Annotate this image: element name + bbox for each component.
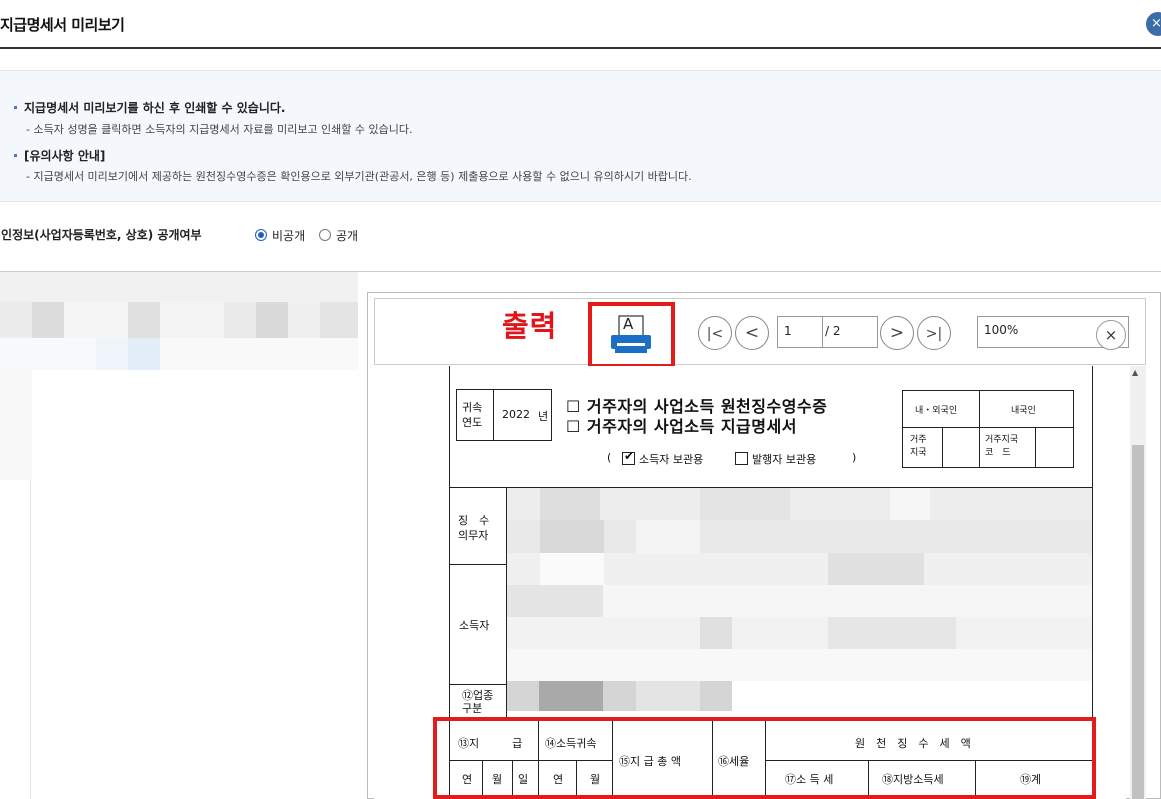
country-label: 거주 지국	[910, 435, 927, 458]
earner-copy-label: 소득자 보관용	[639, 453, 704, 466]
last-page-button[interactable]: >|	[917, 316, 951, 350]
viewer-scrollbar-thumb[interactable]	[1132, 445, 1144, 799]
first-page-button[interactable]: |<	[698, 316, 732, 350]
first-page-icon: |<	[706, 326, 724, 342]
payer-copy-checkbox[interactable]	[735, 452, 748, 465]
year-unit: 년	[538, 410, 549, 423]
payer-copy-label: 발행자 보관용	[752, 453, 817, 466]
info-sub-2: - 지급명세서 미리보기에서 제공하는 원천징수영수증은 확인용으로 외부기관(…	[26, 170, 692, 183]
copy-paren-open: (	[607, 451, 612, 464]
title-divider	[0, 47, 1161, 49]
page-number-input[interactable]: 1	[777, 316, 823, 348]
zoom-close-icon[interactable]: ×	[1096, 320, 1126, 350]
next-page-button[interactable]: >	[880, 316, 914, 350]
check-icon: ✔	[624, 449, 635, 463]
page-total: / 2	[823, 316, 878, 348]
year-value: 2022	[502, 408, 530, 421]
privacy-option-public-label: 공개	[336, 229, 359, 243]
payment-table-annotation-box	[433, 717, 1096, 799]
privacy-radio-public[interactable]	[319, 229, 331, 241]
prev-page-button[interactable]: <	[735, 316, 769, 350]
privacy-label: 개인정보(사업자등록번호, 상호) 공개여부	[0, 228, 202, 242]
close-icon[interactable]: ×	[1146, 12, 1161, 36]
dialog-title: 지급명세서 미리보기	[0, 16, 125, 34]
info-box: 지급명세서 미리보기를 하신 후 인쇄할 수 있습니다. - 소득자 성명을 클…	[0, 70, 1161, 202]
privacy-radio-private[interactable]	[255, 229, 267, 241]
form-title-statement: ☐ 거주자의 사업소득 지급명세서	[566, 417, 797, 436]
print-annotation-label: 출력	[502, 309, 558, 343]
info-bullet-1: 지급명세서 미리보기를 하신 후 인쇄할 수 있습니다.	[14, 99, 285, 116]
country-code-label: 거주지국 코 드	[985, 435, 1019, 458]
info-bullet-2: [유의사항 안내]	[14, 147, 105, 164]
earner-list-panel[interactable]	[0, 272, 358, 799]
scroll-up-icon[interactable]: ▲	[1132, 368, 1138, 377]
info-sub-1: - 소득자 성명을 클릭하면 소득자의 지급명세서 자료를 미리보고 인쇄할 수…	[26, 123, 413, 136]
last-page-icon: >|	[925, 326, 943, 342]
print-icon-letter: A	[623, 315, 634, 333]
earner-label: 소득자	[459, 619, 490, 632]
next-page-icon: >	[889, 323, 905, 343]
prev-page-icon: <	[744, 323, 760, 343]
resident-label: 내・외국인	[915, 406, 958, 416]
withholder-label: 징 수 의무자	[458, 514, 490, 542]
privacy-option-private-label: 비공개	[272, 229, 306, 243]
year-label: 귀속 연도	[462, 401, 483, 429]
resident-value: 내국인	[1011, 406, 1036, 416]
copy-paren-close: )	[852, 451, 857, 464]
biz-type-label: ⑫업종 구분	[462, 689, 494, 715]
